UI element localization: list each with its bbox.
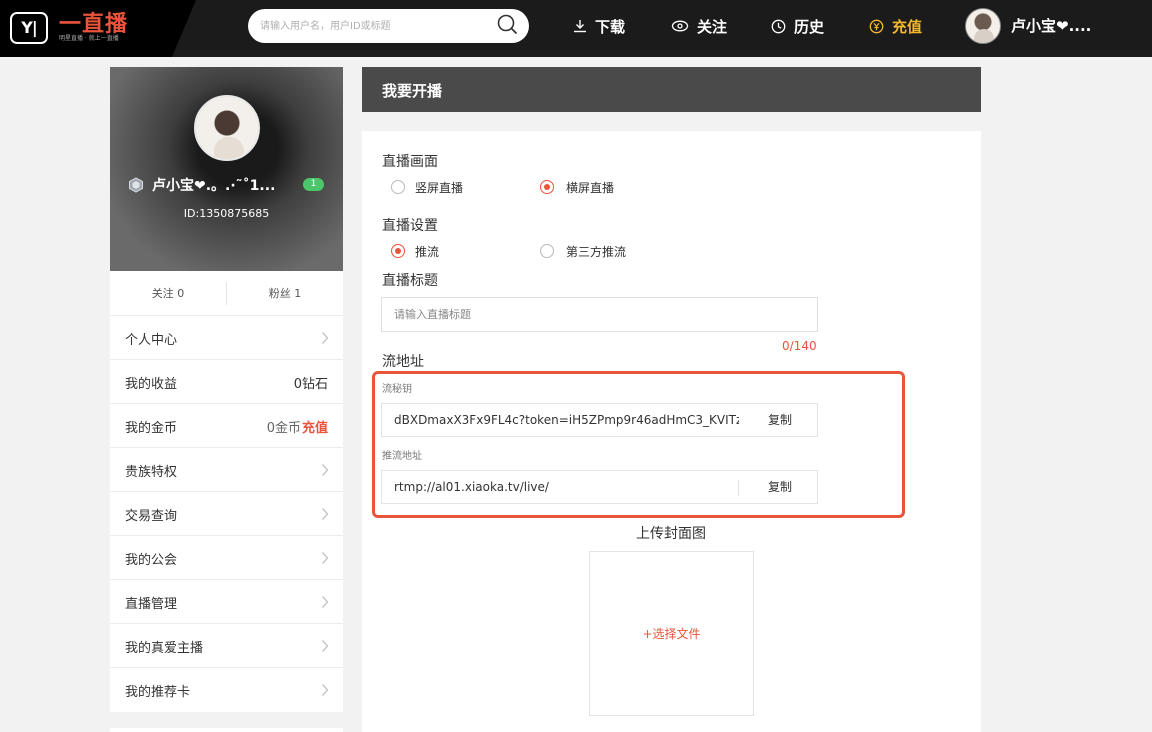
sidebar-item-label: 我的金币 (125, 421, 178, 436)
sidebar-item-label: 个人中心 (125, 333, 178, 348)
chevron-right-icon (322, 640, 329, 652)
search-icon[interactable] (496, 13, 518, 35)
sidebar-item-recommend-card[interactable]: 我的推荐卡 (110, 668, 343, 712)
nav-history[interactable]: 历史 (771, 15, 824, 37)
nav-history-label: 历史 (794, 17, 825, 36)
screen-mode-label: 直播画面 (382, 154, 438, 170)
profile-name: 卢小宝❤.。.·˜˚1... (152, 178, 276, 194)
sidebar-item-label: 我的收益 (125, 377, 178, 392)
follow-stats: 关注 0 粉丝 1 (110, 271, 343, 316)
logo-slogan: 明星直播 · 就上一直播 (59, 35, 119, 42)
sidebar-item-noble[interactable]: 贵族特权 (110, 448, 343, 492)
field-divider (738, 480, 739, 496)
radio-push-stream-label[interactable]: 推流 (415, 243, 439, 260)
follow-count[interactable]: 关注 0 (110, 271, 226, 316)
nav-download[interactable]: 下载 (573, 15, 625, 37)
profile-card: 卢小宝❤.。.·˜˚1... 1 ID:1350875685 (110, 67, 343, 271)
stream-address-label: 流地址 (382, 354, 424, 370)
chevron-right-icon (322, 552, 329, 564)
sidebar-item-personal-center[interactable]: 个人中心 (110, 316, 343, 360)
chevron-right-icon (322, 508, 329, 520)
title-char-count: 0/140 (782, 339, 817, 353)
earnings-value: 0钻石 (293, 377, 328, 392)
sidebar-item-label: 我的推荐卡 (125, 685, 191, 700)
profile-avatar[interactable] (194, 95, 260, 161)
sidebar-item-guild[interactable]: 我的公会 (110, 536, 343, 580)
chevron-right-icon (322, 684, 329, 696)
profile-id: ID:1350875685 (183, 207, 270, 220)
sidebar-item-label: 交易查询 (125, 509, 178, 524)
nav-follow-label: 关注 (697, 17, 728, 36)
chevron-right-icon (322, 596, 329, 608)
chevron-right-icon (322, 464, 329, 476)
live-title-label: 直播标题 (382, 273, 438, 289)
coins-value: 0金币 (266, 421, 301, 436)
sidebar-item-label: 直播管理 (125, 597, 178, 612)
nav-follow[interactable]: 关注 (671, 15, 727, 37)
stream-key-label: 流秘钥 (382, 384, 412, 395)
copy-stream-key-button[interactable]: 复制 (742, 404, 818, 436)
stream-key-field: dBXDmaxX3Fx9FL4c?token=iH5ZPmp9r46adHmC3… (381, 403, 818, 437)
stream-key-value[interactable]: dBXDmaxX3Fx9FL4c?token=iH5ZPmp9r46adHmC3… (394, 413, 739, 427)
search-box (248, 9, 529, 43)
radio-third-party-label[interactable]: 第三方推流 (566, 243, 626, 260)
push-url-label: 推流地址 (382, 451, 422, 462)
panel-header: 我要开播 (362, 67, 981, 112)
sidebar-item-label: 我的真爱主播 (125, 641, 204, 656)
yen-coin-icon (869, 19, 884, 33)
chevron-right-icon (322, 332, 329, 344)
cover-upload-box[interactable]: +选择文件 (589, 551, 754, 716)
level-gem-icon (129, 177, 143, 193)
search-input[interactable] (260, 17, 480, 35)
sidebar-item-coins: 我的金币 0金币 充值 (110, 404, 343, 448)
top-nav-bar: Y| 一直播 明星直播 · 就上一直播 下载 关注 历史 (0, 0, 1152, 57)
copy-push-url-button[interactable]: 复制 (742, 471, 818, 503)
push-url-value[interactable]: rtmp://al01.xiaoka.tv/live/ (394, 480, 739, 494)
live-settings-label: 直播设置 (382, 218, 438, 234)
sidebar-menu: 个人中心 我的收益 0钻石 我的金币 0金币 充值 贵族特权 交易查询 我的公会… (110, 316, 343, 712)
radio-landscape[interactable] (540, 180, 554, 194)
push-url-field: rtmp://al01.xiaoka.tv/live/ 复制 (381, 470, 818, 504)
radio-portrait-label[interactable]: 竖屏直播 (415, 179, 463, 196)
nav-download-label: 下载 (595, 17, 626, 36)
radio-portrait[interactable] (391, 180, 405, 194)
download-icon (574, 20, 586, 33)
sidebar-item-label: 我的公会 (125, 553, 178, 568)
radio-third-party[interactable] (540, 244, 554, 258)
radio-landscape-label[interactable]: 横屏直播 (566, 179, 614, 196)
live-title-input[interactable] (381, 297, 818, 332)
sidebar-item-label: 贵族特权 (125, 465, 178, 480)
radio-push-stream[interactable] (391, 244, 405, 258)
sidebar-next-card (110, 728, 343, 732)
choose-file-button[interactable]: +选择文件 (590, 625, 753, 642)
cover-upload-label: 上传封面图 (636, 526, 706, 542)
nav-recharge[interactable]: 充值 (869, 15, 922, 37)
page-title: 我要开播 (382, 82, 443, 100)
sidebar-item-live-manage[interactable]: 直播管理 (110, 580, 343, 624)
clock-icon (771, 19, 786, 33)
nav-recharge-label: 充值 (892, 17, 923, 36)
eye-icon (671, 20, 689, 32)
logo-mark-icon: Y| (10, 12, 48, 44)
level-badge: 1 (303, 178, 324, 191)
logo[interactable]: Y| 一直播 明星直播 · 就上一直播 (0, 0, 196, 57)
fans-count[interactable]: 粉丝 1 (227, 271, 343, 316)
user-name-link[interactable]: 卢小宝❤.... (1011, 15, 1091, 36)
sidebar-item-transactions[interactable]: 交易查询 (110, 492, 343, 536)
sidebar-item-true-love[interactable]: 我的真爱主播 (110, 624, 343, 668)
coins-recharge-link[interactable]: 充值 (302, 417, 328, 436)
user-avatar[interactable] (965, 8, 1001, 44)
sidebar-item-earnings[interactable]: 我的收益 0钻石 (110, 360, 343, 404)
